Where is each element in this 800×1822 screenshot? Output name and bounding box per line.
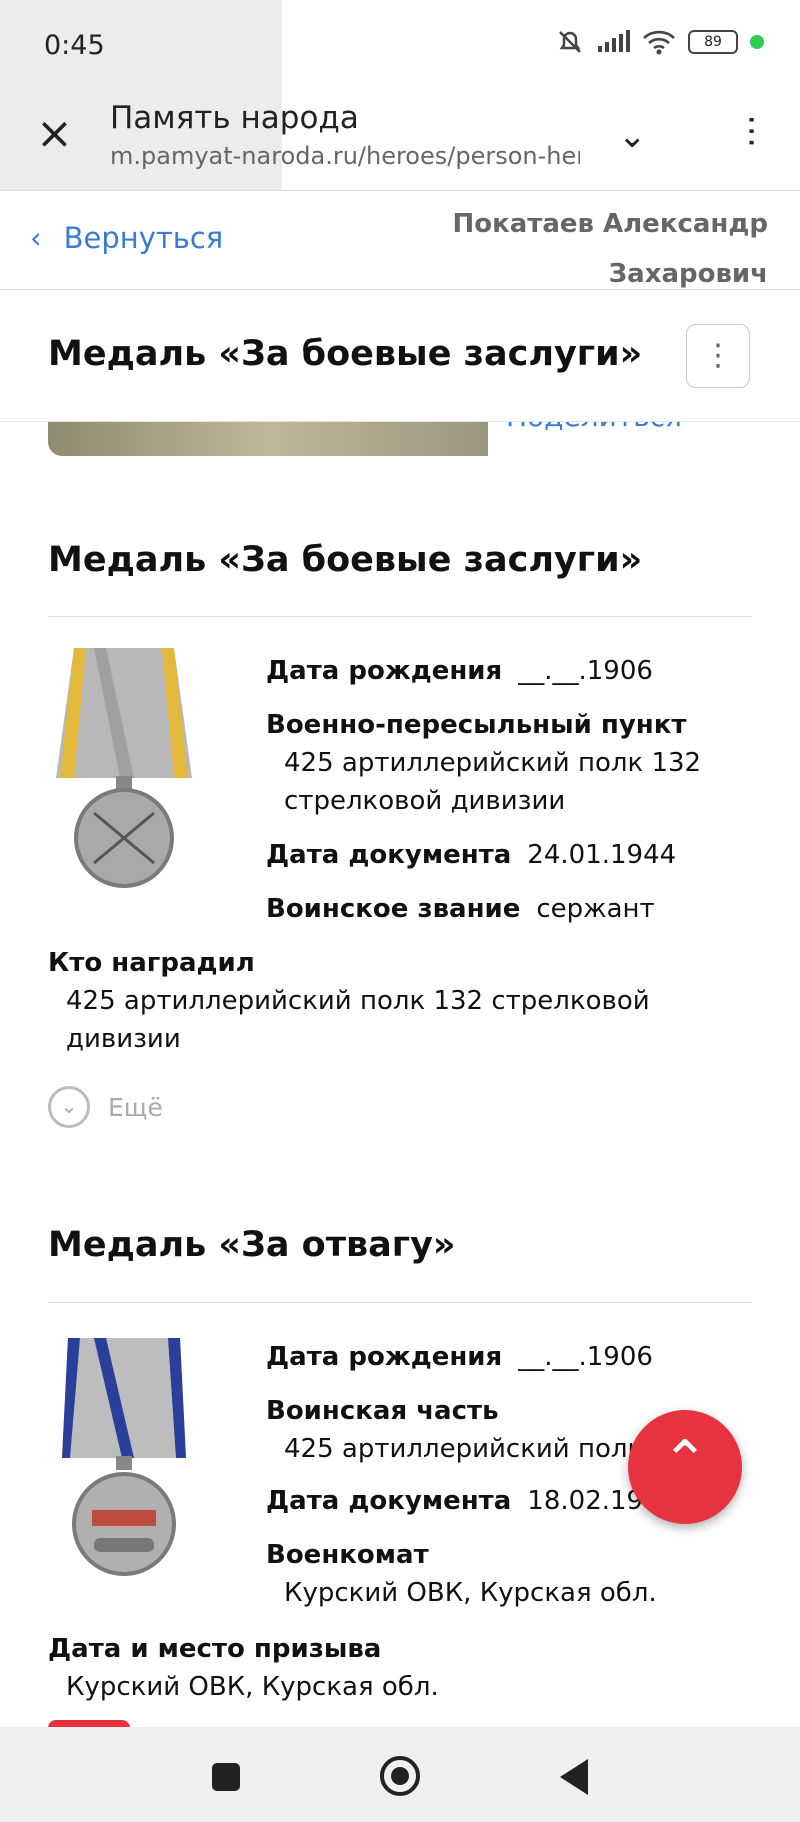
awarded-by-value-1: 425 артиллерийский полк 132 стрелковой [66,986,650,1016]
home-icon[interactable] [380,1756,420,1796]
recents-icon[interactable] [212,1763,240,1791]
birth-date-field: Дата рождения __.__.1906 [266,1338,653,1376]
document-date-field: Дата документа 18.02.1945 [266,1482,676,1520]
draft-field: Дата и место призыва Курский ОВК, Курска… [48,1630,439,1706]
military-unit-field: Воинская часть 425 артиллерийский полк [266,1392,643,1468]
mute-icon [559,31,581,53]
system-navigation-bar [0,1727,800,1822]
back-label: Вернуться [63,221,224,255]
document-date-value: 24.01.1944 [527,840,677,870]
draft-label: Дата и место призыва [48,1634,382,1664]
sticky-award-title: Медаль «За боевые заслуги» [48,334,643,374]
document-date-field: Дата документа 24.01.1944 [266,836,676,874]
enlistment-office-value: Курский ОВК, Курская обл. [284,1578,657,1608]
military-unit-label: Воинская часть [266,1396,499,1426]
birth-date-value: __.__.1906 [518,1342,653,1372]
divider [48,616,752,617]
close-icon[interactable]: × [36,112,76,156]
transit-point-label: Военно-пересыльный пункт [266,710,687,740]
chevron-left-icon: ‹ [30,221,42,255]
awarded-by-field: Кто наградил 425 артиллерийский полк 132… [48,944,650,1058]
military-unit-value: 425 артиллерийский полк [284,1434,644,1464]
browser-chrome: × Память народа m.pamyat-naroda.ru/heroe… [0,96,800,190]
more-options-icon[interactable]: ⋯ [732,114,772,148]
award-title: Медаль «За отвагу» [48,1225,456,1265]
enlistment-office-field: Военкомат Курский ОВК, Курская обл. [266,1536,657,1612]
status-time: 0:45 [44,30,105,61]
chevron-down-circle-icon: ⌄ [48,1086,90,1128]
more-label: Ещё [108,1092,163,1122]
chevron-down-icon[interactable]: ⌄ [618,116,647,156]
divider [48,1302,752,1303]
medal-combat-merit-icon[interactable] [54,648,194,888]
more-button[interactable]: ⌄ Ещё [48,1086,163,1128]
transit-point-value-1: 425 артиллерийский полк 132 [284,748,702,778]
rank-label: Воинское звание [266,894,521,924]
birth-date-value: __.__.1906 [518,656,653,686]
transit-point-value-2: стрелковой дивизии [284,786,566,816]
browser-url[interactable]: m.pamyat-naroda.ru/heroes/person-hero [110,142,580,170]
browser-title: Память народа [110,100,359,136]
scroll-to-top-button[interactable]: ⌃ [628,1410,742,1524]
medal-valor-icon[interactable] [54,1338,194,1578]
chevron-up-icon: ⌃ [661,1429,709,1494]
document-image[interactable] [48,420,488,456]
award-title: Медаль «За боевые заслуги» [48,540,643,580]
signal-icon [598,30,630,52]
page-header: ‹ Вернуться Покатаев Александр Захарович [0,190,800,290]
enlistment-office-label: Военкомат [266,1540,429,1570]
back-icon[interactable] [560,1759,588,1795]
birth-date-label: Дата рождения [266,1342,503,1372]
birth-date-field: Дата рождения __.__.1906 [266,652,653,690]
active-dot-icon [750,35,764,49]
person-name: Покатаев Александр Захарович [452,199,768,299]
document-date-label: Дата документа [266,1486,512,1516]
awarded-by-label: Кто наградил [48,948,255,978]
transit-point-field: Военно-пересыльный пункт 425 артиллерийс… [266,706,701,820]
status-icons: 89 [556,28,764,56]
person-name-line1: Покатаев Александр [452,209,768,239]
birth-date-label: Дата рождения [266,656,503,686]
awarded-by-value-2: дивизии [66,1024,181,1054]
document-date-label: Дата документа [266,840,512,870]
battery-icon: 89 [688,30,738,54]
rank-value: сержант [536,894,655,924]
back-button[interactable]: ‹ Вернуться [30,221,223,255]
rank-field: Воинское звание сержант [266,890,655,928]
sticky-award-header: Медаль «За боевые заслуги» ⋮ [0,290,800,422]
status-bar: 0:45 89 [0,0,800,190]
award-menu-button[interactable]: ⋮ [686,324,750,388]
draft-value: Курский ОВК, Курская обл. [66,1672,439,1702]
wifi-icon [643,30,675,55]
